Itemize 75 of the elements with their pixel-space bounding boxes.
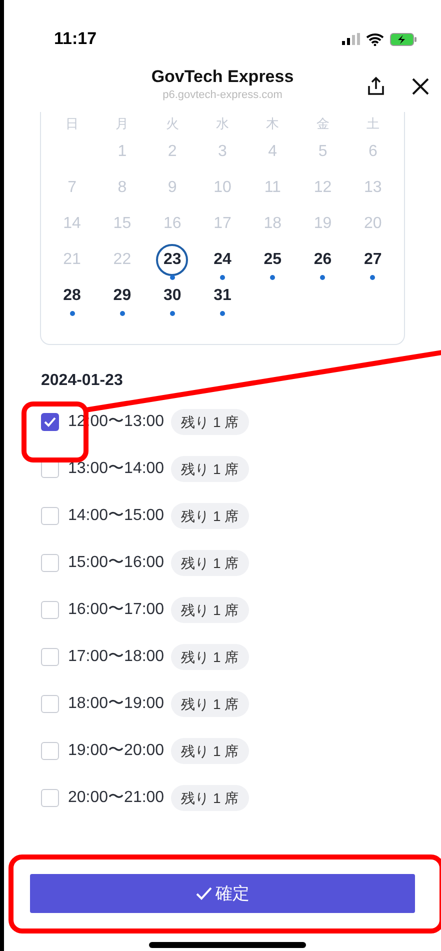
slot-checkbox[interactable] xyxy=(41,413,59,431)
page-url: p6.govtech-express.com xyxy=(162,88,282,102)
remaining-seats-badge: 残り 1 席 xyxy=(171,456,249,482)
weekday-label: 月 xyxy=(114,116,130,130)
calendar-day[interactable]: 20 xyxy=(356,208,389,240)
calendar-day[interactable]: 18 xyxy=(256,208,289,240)
calendar-day[interactable]: 13 xyxy=(356,172,389,204)
slot-checkbox[interactable] xyxy=(41,507,59,525)
calendar-day[interactable]: 17 xyxy=(206,208,238,240)
check-icon xyxy=(196,887,212,900)
calendar-day[interactable]: 24 xyxy=(206,244,238,276)
slot-time: 14:00〜15:00 xyxy=(68,506,164,526)
slot-time: 20:00〜21:00 xyxy=(68,788,164,808)
page-title: GovTech Express xyxy=(151,66,294,88)
status-time: 11:17 xyxy=(54,28,97,50)
slot-checkbox[interactable] xyxy=(41,789,59,807)
calendar-day[interactable]: 16 xyxy=(156,208,188,240)
slot-checkbox[interactable] xyxy=(41,648,59,666)
calendar-day[interactable]: 28 xyxy=(56,280,88,312)
calendar-day[interactable]: 6 xyxy=(356,136,389,168)
calendar-day[interactable]: 5 xyxy=(306,136,339,168)
slot-time: 15:00〜16:00 xyxy=(68,553,164,573)
check-icon xyxy=(44,417,56,427)
weekday-label: 火 xyxy=(164,116,180,130)
slot-checkbox[interactable] xyxy=(41,742,59,760)
weekday-label: 日 xyxy=(64,116,80,130)
remaining-seats-badge: 残り 1 席 xyxy=(171,409,249,435)
calendar-day[interactable]: 14 xyxy=(56,208,88,240)
slot-checkbox[interactable] xyxy=(41,601,59,619)
calendar-day[interactable]: 22 xyxy=(106,244,138,276)
slot-time: 17:00〜18:00 xyxy=(68,647,164,667)
slot-time: 18:00〜19:00 xyxy=(68,694,164,714)
remaining-seats-badge: 残り 1 席 xyxy=(171,691,249,717)
calendar-day[interactable]: 30 xyxy=(156,280,188,312)
remaining-seats-badge: 残り 1 席 xyxy=(171,550,249,576)
calendar-day[interactable]: 2 xyxy=(156,136,188,168)
signal-icon xyxy=(342,33,360,45)
remaining-seats-badge: 残り 1 席 xyxy=(171,597,249,623)
slot-checkbox[interactable] xyxy=(41,554,59,572)
calendar-day[interactable]: 26 xyxy=(306,244,339,276)
calendar-day[interactable]: 12 xyxy=(306,172,339,204)
slot-time: 16:00〜17:00 xyxy=(68,600,164,620)
calendar-day[interactable]: 27 xyxy=(356,244,389,276)
slot-time: 13:00〜14:00 xyxy=(68,459,164,479)
calendar-day[interactable]: 1 xyxy=(106,136,138,168)
remaining-seats-badge: 残り 1 席 xyxy=(171,738,249,764)
slot-checkbox[interactable] xyxy=(41,695,59,713)
weekday-label: 水 xyxy=(214,116,230,130)
calendar-day[interactable]: 3 xyxy=(206,136,238,168)
calendar-day[interactable]: 25 xyxy=(256,244,289,276)
calendar-day[interactable]: 9 xyxy=(156,172,188,204)
remaining-seats-badge: 残り 1 席 xyxy=(171,503,249,529)
calendar-day[interactable]: 23 xyxy=(156,244,188,276)
confirm-button[interactable]: 確定 xyxy=(30,874,415,913)
calendar-day[interactable]: 29 xyxy=(106,280,138,312)
remaining-seats-badge: 残り 1 席 xyxy=(171,644,249,670)
date-heading: 2024-01-23 xyxy=(41,371,124,391)
weekday-label: 土 xyxy=(365,116,380,130)
calendar-day[interactable]: 19 xyxy=(306,208,339,240)
slot-time: 19:00〜20:00 xyxy=(68,741,164,761)
calendar-day[interactable]: 7 xyxy=(56,172,88,204)
calendar-day[interactable]: 11 xyxy=(256,172,289,204)
battery-charging-icon xyxy=(390,32,417,46)
remaining-seats-badge: 残り 1 席 xyxy=(171,785,249,811)
share-icon[interactable] xyxy=(366,76,386,96)
calendar-day[interactable]: 8 xyxy=(106,172,138,204)
close-icon[interactable] xyxy=(412,78,429,95)
calendar-day[interactable]: 31 xyxy=(206,280,238,312)
weekday-label: 金 xyxy=(315,116,330,130)
calendar-day[interactable]: 10 xyxy=(206,172,238,204)
weekday-label: 木 xyxy=(265,116,280,130)
calendar-day[interactable]: 4 xyxy=(256,136,289,168)
wifi-icon xyxy=(366,32,384,46)
calendar-day[interactable]: 21 xyxy=(56,244,88,276)
calendar-day[interactable]: 15 xyxy=(106,208,138,240)
